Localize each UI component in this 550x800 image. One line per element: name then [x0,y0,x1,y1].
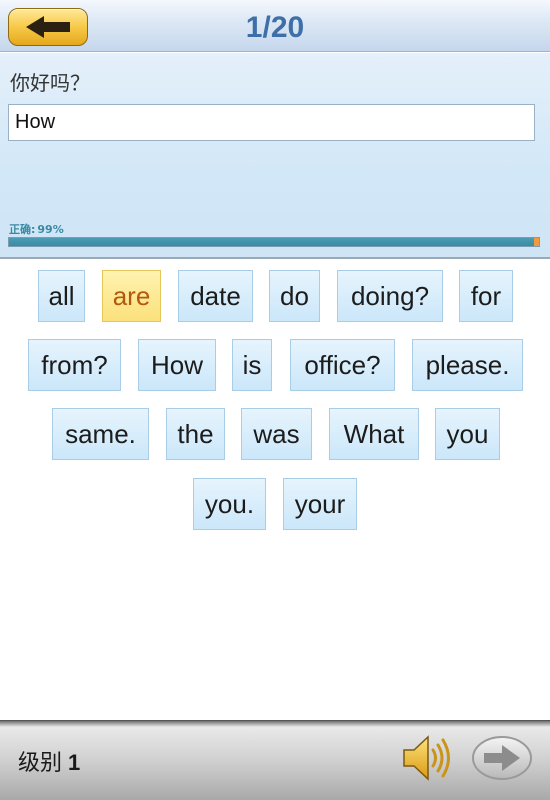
sound-button[interactable] [400,733,456,783]
word-tile[interactable]: How [138,339,216,391]
level-indicator: 级别 1 [18,745,80,777]
word-tile[interactable]: date [178,270,253,322]
back-button[interactable] [8,8,88,46]
word-tile[interactable]: is [232,339,272,391]
arrow-right-icon [472,736,532,780]
word-tile[interactable]: office? [290,339,395,391]
accuracy-value: 99% [37,223,64,236]
word-tile[interactable]: same. [52,408,149,460]
word-tile[interactable]: all [38,270,85,322]
word-bank: all are date do doing? for from? How is office? pl… [0,262,550,718]
word-tile[interactable]: was [241,408,312,460]
word-tile[interactable]: you. [193,478,266,530]
next-button[interactable] [470,733,534,783]
level-value: 1 [68,750,81,775]
prompt-text: 你好吗？ [10,71,90,95]
word-tile[interactable]: from? [28,339,121,391]
bottom-bar: 级别 1 [0,720,550,800]
word-tile[interactable]: doing? [337,270,443,322]
word-tile[interactable]: your [283,478,357,530]
accuracy-label: 正确: [9,223,36,236]
level-label: 级别 [18,751,63,776]
word-tile[interactable]: you [435,408,500,460]
progress-fill [9,238,534,246]
question-panel: 你好吗？ 正确:99% [0,53,550,259]
word-tile[interactable]: What [329,408,419,460]
arrow-left-icon [26,16,70,38]
word-tile[interactable]: please. [412,339,523,391]
answer-input[interactable] [8,104,535,141]
word-tile[interactable]: the [166,408,225,460]
word-tile[interactable]: for [459,270,513,322]
progress-bar [8,237,540,247]
speaker-icon [403,735,450,781]
word-tile[interactable]: do [269,270,320,322]
accuracy-readout: 正确: 99% [9,221,64,237]
word-tile[interactable]: are [102,270,161,322]
top-bar: 1/20 [0,0,550,52]
